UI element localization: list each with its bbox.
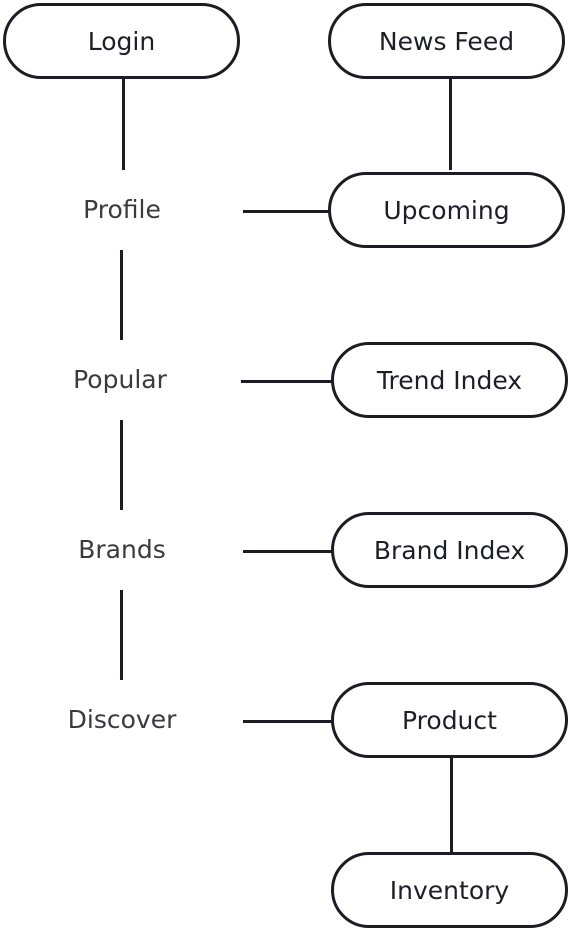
node-trend-index: Trend Index [331,342,568,418]
connector-newsfeed-upcoming [449,78,452,170]
connector-brands-brand-index [243,550,333,553]
node-upcoming: Upcoming [328,172,565,248]
connector-popular-brands [120,420,123,510]
connector-profile-popular [120,250,123,340]
connector-brands-discover [120,590,123,680]
connector-profile-upcoming [243,210,331,213]
node-product: Product [331,682,568,758]
node-brand-index: Brand Index [331,512,568,588]
node-discover: Discover [67,705,177,734]
connector-product-inventory [450,758,453,852]
node-inventory: Inventory [331,852,568,928]
node-profile: Profile [83,195,161,224]
node-brands: Brands [78,535,166,564]
connector-popular-trend-index [241,380,333,383]
connector-discover-product [243,720,333,723]
node-popular: Popular [73,365,167,394]
connector-login-profile [122,78,125,170]
node-news-feed: News Feed [328,3,565,79]
node-login: Login [3,3,240,79]
